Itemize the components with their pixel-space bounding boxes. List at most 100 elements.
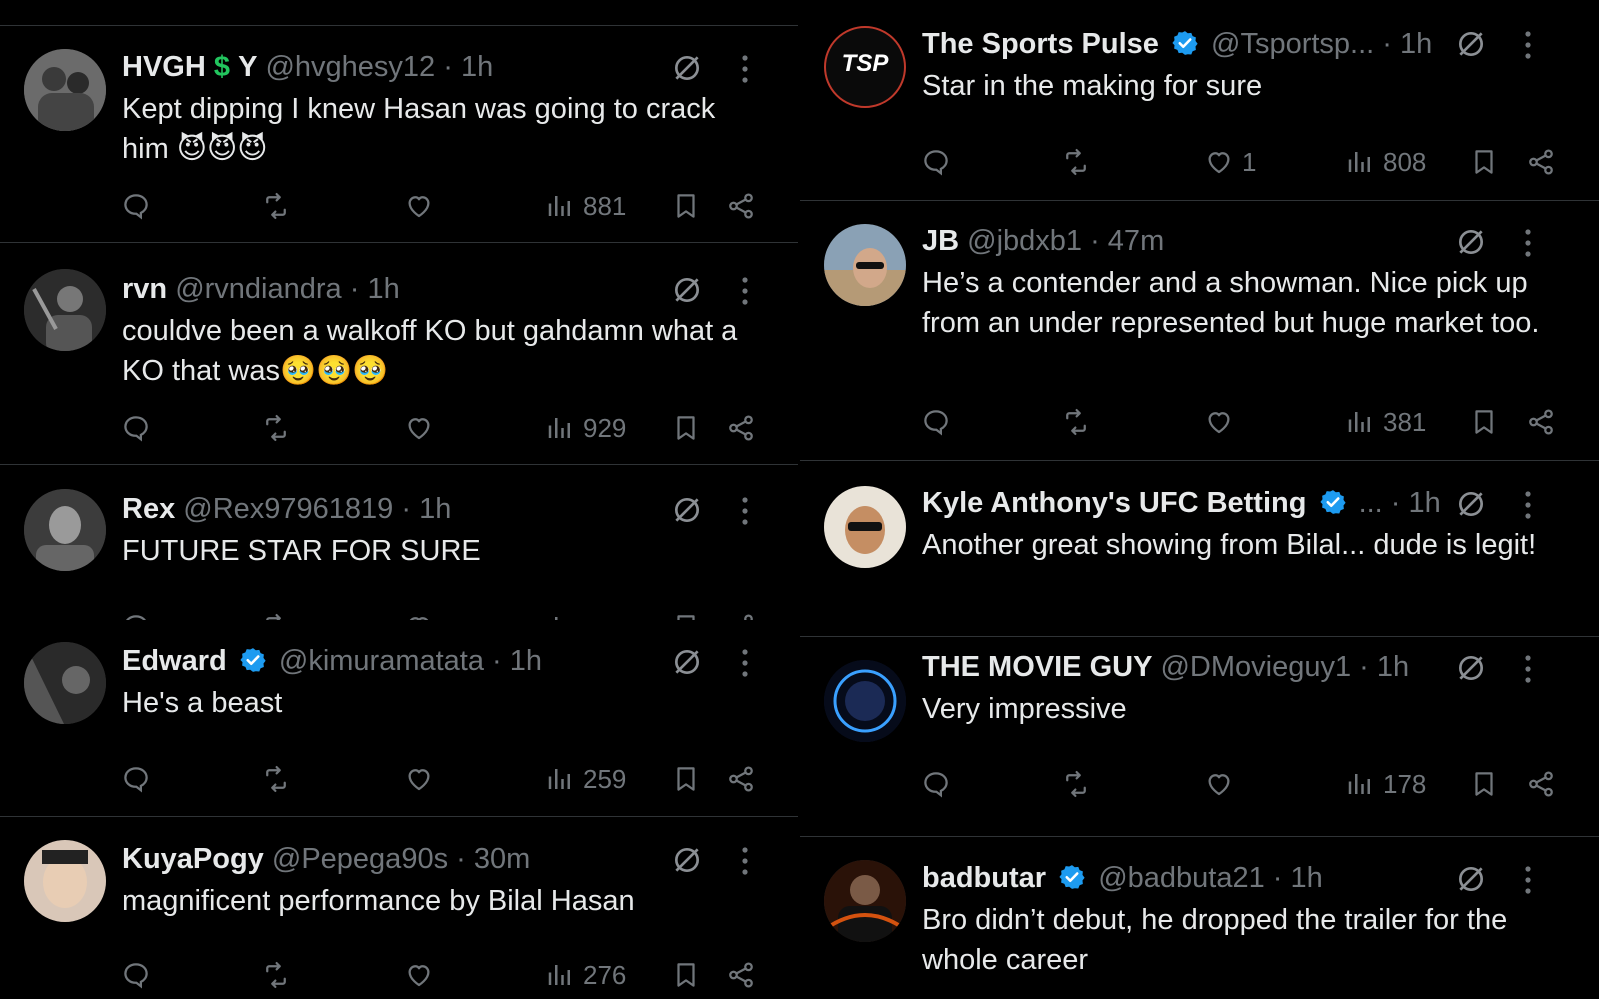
- share-button[interactable]: [1526, 145, 1556, 179]
- retweet-button[interactable]: [261, 411, 291, 445]
- like-button[interactable]: [1204, 405, 1234, 439]
- share-button[interactable]: [726, 762, 756, 796]
- tweet-card[interactable]: rvn @rvndiandra · 1h couldve been a walk…: [0, 242, 800, 465]
- retweet-button[interactable]: [1061, 145, 1091, 179]
- bookmark-button[interactable]: [671, 411, 701, 445]
- tweet-card[interactable]: badbutar @badbuta21 · 1h Bro didn’t debu…: [800, 836, 1599, 999]
- share-button[interactable]: [726, 958, 756, 992]
- reply-button[interactable]: [121, 411, 151, 445]
- display-name[interactable]: JB: [922, 225, 959, 257]
- like-button[interactable]: [404, 762, 434, 796]
- grok-icon[interactable]: [671, 494, 703, 526]
- display-name[interactable]: Kyle Anthony's UFC Betting: [922, 487, 1306, 519]
- avatar[interactable]: [24, 49, 106, 131]
- handle-time[interactable]: ... · 1h: [1359, 487, 1441, 519]
- tweet-card[interactable]: Rex @Rex97961819 · 1h FUTURE STAR FOR SU…: [0, 464, 800, 620]
- like-button[interactable]: [1204, 767, 1234, 801]
- grok-icon[interactable]: [671, 274, 703, 306]
- grok-icon[interactable]: [671, 52, 703, 84]
- views-button[interactable]: 276: [545, 958, 626, 992]
- reply-button[interactable]: [121, 610, 151, 620]
- grok-icon[interactable]: [1455, 863, 1487, 895]
- handle-time[interactable]: @hvghesy12 · 1h: [265, 51, 493, 83]
- handle-time[interactable]: @Pepega90s · 30m: [272, 843, 530, 875]
- views-button[interactable]: 929: [545, 411, 626, 445]
- grok-icon[interactable]: [1455, 652, 1487, 684]
- display-name[interactable]: rvn: [122, 273, 167, 305]
- handle-time[interactable]: @DMovieguy1 · 1h: [1160, 651, 1409, 683]
- handle-time[interactable]: @Tsportsp... · 1h: [1211, 28, 1432, 60]
- like-button[interactable]: [404, 958, 434, 992]
- views-button[interactable]: 178: [1345, 767, 1426, 801]
- avatar[interactable]: [824, 486, 906, 568]
- display-name-suffix[interactable]: Y: [238, 51, 257, 83]
- grok-icon[interactable]: [671, 646, 703, 678]
- retweet-button[interactable]: [1061, 767, 1091, 801]
- share-button[interactable]: [726, 189, 756, 223]
- display-name[interactable]: The Sports Pulse: [922, 28, 1159, 60]
- retweet-button[interactable]: [261, 762, 291, 796]
- retweet-button[interactable]: [261, 610, 291, 620]
- like-button[interactable]: 1: [1204, 145, 1256, 179]
- more-icon[interactable]: [1524, 865, 1532, 895]
- retweet-button[interactable]: [261, 189, 291, 223]
- bookmark-button[interactable]: [671, 958, 701, 992]
- display-name[interactable]: Rex: [122, 493, 175, 525]
- display-name[interactable]: badbutar: [922, 862, 1046, 894]
- tweet-card[interactable]: Kyle Anthony's UFC Betting ... · 1h Anot…: [800, 460, 1599, 637]
- avatar[interactable]: [24, 269, 106, 351]
- tweet-card[interactable]: Edward @kimuramatata · 1h He's a beast 2…: [0, 620, 800, 817]
- bookmark-button[interactable]: [1469, 405, 1499, 439]
- more-icon[interactable]: [1524, 228, 1532, 258]
- more-icon[interactable]: [1524, 490, 1532, 520]
- grok-icon[interactable]: [1455, 488, 1487, 520]
- display-name[interactable]: HVGH: [122, 51, 206, 83]
- views-button[interactable]: 259: [545, 762, 626, 796]
- views-button[interactable]: 881: [545, 189, 626, 223]
- bookmark-button[interactable]: [671, 762, 701, 796]
- share-button[interactable]: [1526, 405, 1556, 439]
- avatar[interactable]: [24, 840, 106, 922]
- reply-button[interactable]: [121, 762, 151, 796]
- share-button[interactable]: [726, 411, 756, 445]
- views-button[interactable]: 808: [1345, 145, 1426, 179]
- more-icon[interactable]: [741, 648, 749, 678]
- tweet-card[interactable]: JB @jbdxb1 · 47m He’s a contender and a …: [800, 200, 1599, 461]
- like-button[interactable]: [404, 189, 434, 223]
- more-icon[interactable]: [741, 846, 749, 876]
- handle-time[interactable]: @badbuta21 · 1h: [1098, 862, 1323, 894]
- more-icon[interactable]: [1524, 654, 1532, 684]
- handle-time[interactable]: @jbdxb1 · 47m: [967, 225, 1164, 257]
- tweet-card[interactable]: THE MOVIE GUY @DMovieguy1 · 1h Very impr…: [800, 636, 1599, 837]
- handle-time[interactable]: @Rex97961819 · 1h: [183, 493, 451, 525]
- display-name[interactable]: Edward: [122, 645, 227, 677]
- share-button[interactable]: [1526, 767, 1556, 801]
- retweet-button[interactable]: [1061, 405, 1091, 439]
- more-icon[interactable]: [1524, 30, 1532, 60]
- more-icon[interactable]: [741, 54, 749, 84]
- grok-icon[interactable]: [1455, 226, 1487, 258]
- avatar[interactable]: [24, 489, 106, 571]
- views-button[interactable]: 381: [1345, 405, 1426, 439]
- more-icon[interactable]: [741, 276, 749, 306]
- avatar[interactable]: [824, 660, 906, 742]
- grok-icon[interactable]: [671, 844, 703, 876]
- bookmark-button[interactable]: [1469, 767, 1499, 801]
- like-button[interactable]: [404, 610, 434, 620]
- bookmark-button[interactable]: [1469, 145, 1499, 179]
- retweet-button[interactable]: [261, 958, 291, 992]
- like-button[interactable]: [404, 411, 434, 445]
- share-button[interactable]: [726, 610, 756, 620]
- avatar[interactable]: [824, 860, 906, 942]
- reply-button[interactable]: [921, 145, 951, 179]
- views-button[interactable]: [545, 610, 575, 620]
- tweet-card[interactable]: HVGH $ Y @hvghesy12 · 1h Kept dipping I …: [0, 26, 800, 243]
- tweet-card[interactable]: KuyaPogy @Pepega90s · 30m magnificent pe…: [0, 816, 800, 999]
- reply-button[interactable]: [121, 189, 151, 223]
- reply-button[interactable]: [921, 767, 951, 801]
- display-name[interactable]: THE MOVIE GUY: [922, 651, 1152, 683]
- more-icon[interactable]: [741, 496, 749, 526]
- handle-time[interactable]: @kimuramatata · 1h: [279, 645, 542, 677]
- avatar[interactable]: [24, 642, 106, 724]
- display-name[interactable]: KuyaPogy: [122, 843, 264, 875]
